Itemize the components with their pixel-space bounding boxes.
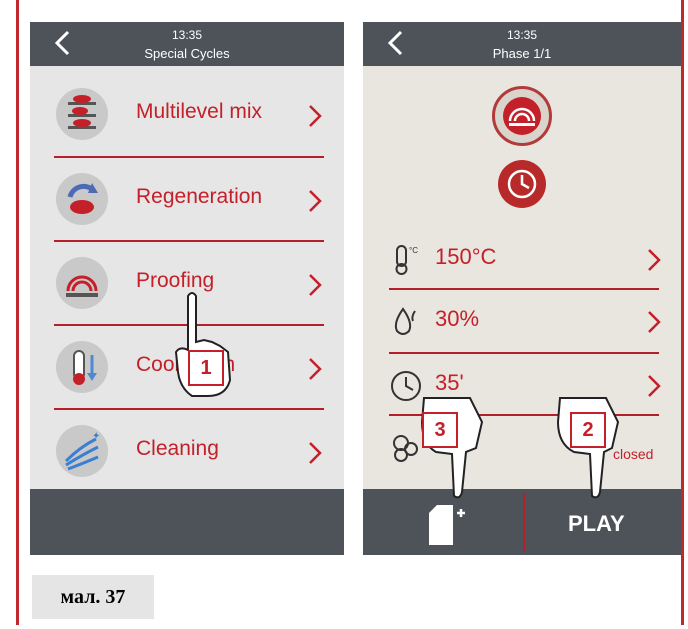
thermometer-icon: °C <box>395 245 418 275</box>
multilevel-mix-icon <box>56 88 108 140</box>
menu-item-cleaning[interactable]: ✦ Cleaning <box>30 411 344 493</box>
callout-1: 1 <box>188 350 224 386</box>
regeneration-icon <box>56 173 108 225</box>
humidity-row[interactable]: 30% <box>363 292 681 350</box>
figure-caption: мал. 37 <box>32 575 154 619</box>
divider <box>389 352 659 354</box>
screen-title: Special Cycles <box>144 46 230 61</box>
chevron-right-icon <box>309 274 322 296</box>
svg-text:°C: °C <box>409 246 418 255</box>
chevron-right-icon <box>309 442 322 464</box>
chevron-right-icon <box>648 249 661 271</box>
temperature-row[interactable]: °C 150°C <box>363 230 681 288</box>
humidity-drop-icon <box>394 307 416 335</box>
menu-label: Regeneration <box>136 185 263 208</box>
chevron-right-icon <box>309 358 322 380</box>
temperature-value: 150°C <box>435 244 497 269</box>
svg-text:✦: ✦ <box>92 431 100 442</box>
menu-label: Multilevel mix <box>136 100 263 123</box>
bottom-bar <box>30 489 344 555</box>
play-button[interactable]: PLAY <box>568 511 625 537</box>
divider <box>54 240 324 242</box>
status-bar: 13:35 Special Cycles <box>30 22 344 66</box>
menu-item-regeneration[interactable]: Regeneration <box>30 159 344 241</box>
button-separator <box>523 493 525 551</box>
status-time: 13:35 <box>506 28 538 42</box>
status-bar: 13:35 Phase 1/1 <box>363 22 681 66</box>
menu-item-multilevel-mix[interactable]: Multilevel mix <box>30 74 344 156</box>
divider <box>54 156 324 158</box>
chevron-right-icon <box>309 190 322 212</box>
screen-title: Phase 1/1 <box>492 46 552 61</box>
divider <box>54 408 324 410</box>
proofing-mode-icon[interactable] <box>492 86 552 146</box>
bottom-bar <box>363 489 681 555</box>
special-cycles-screen: 13:35 Special Cycles Multilevel mix Rege… <box>30 22 344 555</box>
menu-label: Cleaning <box>136 437 219 460</box>
chevron-right-icon <box>309 105 322 127</box>
callout-3: 3 <box>422 412 458 448</box>
timer-mode-icon[interactable] <box>498 160 546 208</box>
callout-2: 2 <box>570 412 606 448</box>
add-phase-icon[interactable] <box>425 503 465 547</box>
chevron-right-icon <box>648 375 661 397</box>
cleaning-icon: ✦ <box>56 425 108 477</box>
humidity-value: 30% <box>435 306 480 331</box>
chevron-right-icon <box>648 311 661 333</box>
status-time: 13:35 <box>171 28 203 42</box>
proofing-icon <box>56 257 108 309</box>
phase-screen: 13:35 Phase 1/1 °C 150°C 30% 35' closed … <box>363 22 681 555</box>
cool-down-icon <box>56 341 108 393</box>
divider <box>389 288 659 290</box>
time-row[interactable]: 35' <box>363 356 681 414</box>
